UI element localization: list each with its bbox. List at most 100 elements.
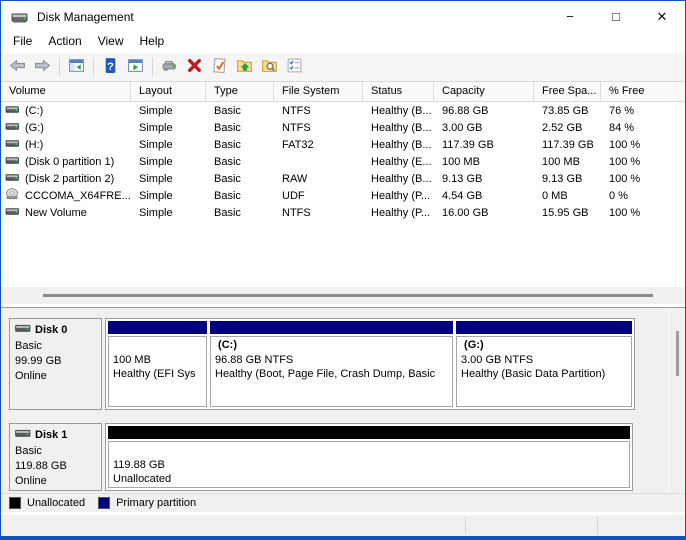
volume-layout-cell: Simple: [131, 173, 206, 185]
checklist-icon: [286, 57, 303, 77]
toolbar: ?: [1, 53, 685, 82]
toolbar-show-action-pane-button[interactable]: [123, 55, 148, 79]
partition[interactable]: (C:)96.88 GB NTFSHealthy (Boot, Page Fil…: [210, 321, 453, 407]
title-bar: Disk Management −□✕: [1, 1, 685, 32]
volume-fs-cell: RAW: [274, 173, 363, 185]
partition[interactable]: 119.88 GBUnallocated: [108, 426, 630, 488]
toolbar-checklist-button[interactable]: [282, 55, 307, 79]
volume-fs-cell: UDF: [274, 190, 363, 202]
disk-label[interactable]: Disk 1Basic119.88 GBOnline: [9, 423, 102, 491]
volume-free-cell: 100 MB: [534, 156, 601, 168]
menu-view[interactable]: View: [90, 32, 132, 53]
disk-management-window: Disk Management −□✕ FileActionViewHelp ?…: [0, 0, 686, 540]
volume-row[interactable]: CCCOMA_X64FRE...SimpleBasicUDFHealthy (P…: [1, 187, 685, 204]
volume-free-cell: 0 MB: [534, 190, 601, 202]
maximize-button[interactable]: □: [593, 1, 639, 32]
toolbar-device-button[interactable]: [157, 55, 182, 79]
volume-type-cell: Basic: [206, 173, 274, 185]
partition-status: Healthy (Basic Data Partition): [461, 367, 631, 382]
volume-free-cell: 117.39 GB: [534, 139, 601, 151]
partition-info-box: (C:)96.88 GB NTFSHealthy (Boot, Page Fil…: [210, 336, 453, 407]
pane-splitter[interactable]: [1, 287, 685, 304]
volume-pct-cell: 76 %: [601, 105, 685, 117]
volume-row[interactable]: (G:)SimpleBasicNTFSHealthy (B...3.00 GB2…: [1, 119, 685, 136]
volume-row[interactable]: (C:)SimpleBasicNTFSHealthy (B...96.88 GB…: [1, 102, 685, 119]
volume-pct-cell: 100 %: [601, 139, 685, 151]
legend-label: Unallocated: [27, 497, 85, 509]
legend-bar: UnallocatedPrimary partition: [1, 493, 685, 512]
toolbar-separator: [152, 58, 153, 76]
partition[interactable]: (G:)3.00 GB NTFSHealthy (Basic Data Part…: [456, 321, 632, 407]
partition-size: 3.00 GB NTFS: [461, 353, 631, 368]
partition[interactable]: 100 MBHealthy (EFI Sys: [108, 321, 207, 407]
partition-status: Unallocated: [113, 472, 629, 487]
disk-name: Disk 0: [15, 323, 99, 337]
menu-help[interactable]: Help: [132, 32, 173, 53]
volume-status-cell: Healthy (E...: [363, 156, 434, 168]
folder-find-icon: [261, 57, 278, 77]
legend-swatch-primary-partition: [98, 497, 110, 509]
minimize-button[interactable]: −: [547, 1, 593, 32]
status-bar-separator: [465, 517, 466, 534]
show-action-pane-icon: [127, 57, 144, 77]
volume-row[interactable]: (Disk 2 partition 2)SimpleBasicRAWHealth…: [1, 170, 685, 187]
column-header-capacity[interactable]: Capacity: [434, 82, 534, 101]
column-header--free[interactable]: % Free: [601, 82, 685, 101]
volume-row[interactable]: (H:)SimpleBasicFAT32Healthy (B...117.39 …: [1, 136, 685, 153]
volume-fs-cell: NTFS: [274, 105, 363, 117]
volume-type-cell: Basic: [206, 105, 274, 117]
volume-free-cell: 15.95 GB: [534, 207, 601, 219]
partition-status: Healthy (Boot, Page File, Crash Dump, Ba…: [215, 367, 452, 382]
volume-layout-cell: Simple: [131, 122, 206, 134]
toolbar-separator: [93, 58, 94, 76]
partition-info-box: 100 MBHealthy (EFI Sys: [108, 336, 207, 407]
column-header-layout[interactable]: Layout: [131, 82, 206, 101]
scrollbar-thumb[interactable]: [676, 331, 679, 376]
close-button[interactable]: ✕: [639, 1, 685, 32]
toolbar-folder-up-button[interactable]: [232, 55, 257, 79]
disk-label[interactable]: Disk 0Basic99.99 GBOnline: [9, 318, 102, 410]
show-console-tree-icon: [68, 57, 85, 77]
volume-row[interactable]: New VolumeSimpleBasicNTFSHealthy (P...16…: [1, 204, 685, 221]
drive-icon: [5, 172, 25, 186]
menu-file[interactable]: File: [5, 32, 40, 53]
drive-icon: [5, 138, 25, 152]
volume-pct-cell: 100 %: [601, 156, 685, 168]
volume-name: CCCOMA_X64FRE...: [25, 190, 131, 202]
column-header-file-system[interactable]: File System: [274, 82, 363, 101]
volume-status-cell: Healthy (P...: [363, 207, 434, 219]
column-header-volume[interactable]: Volume: [1, 82, 131, 101]
menu-action[interactable]: Action: [40, 32, 89, 53]
disk-size: 99.99 GB: [15, 354, 99, 369]
vertical-scrollbar[interactable]: [668, 309, 685, 493]
volume-pct-cell: 84 %: [601, 122, 685, 134]
volume-pct-cell: 0 %: [601, 190, 685, 202]
partition-size: 100 MB: [113, 353, 206, 368]
volume-layout-cell: Simple: [131, 190, 206, 202]
partition-color-bar: [210, 321, 453, 334]
volume-name-cell: CCCOMA_X64FRE...: [1, 188, 131, 203]
toolbar-check-document-button[interactable]: [207, 55, 232, 79]
toolbar-show-console-tree-button[interactable]: [64, 55, 89, 79]
volume-name-cell: (C:): [1, 104, 131, 118]
disk-status: Online: [15, 369, 99, 384]
toolbar-help-button[interactable]: ?: [98, 55, 123, 79]
column-header-type[interactable]: Type: [206, 82, 274, 101]
disk-type: Basic: [15, 444, 99, 459]
drive-icon: [5, 104, 25, 118]
toolbar-forward-button[interactable]: [30, 55, 55, 79]
column-header-free-spa-[interactable]: Free Spa...: [534, 82, 601, 101]
volume-name-cell: (Disk 2 partition 2): [1, 172, 131, 186]
svg-text:?: ?: [107, 61, 114, 73]
volume-row[interactable]: (Disk 0 partition 1)SimpleBasicHealthy (…: [1, 153, 685, 170]
splitter-grip[interactable]: [43, 294, 653, 297]
volume-capacity-cell: 16.00 GB: [434, 207, 534, 219]
volume-name: (C:): [25, 105, 43, 117]
partition-info-box: (G:)3.00 GB NTFSHealthy (Basic Data Part…: [456, 336, 632, 407]
toolbar-delete-button[interactable]: [182, 55, 207, 79]
volume-capacity-cell: 117.39 GB: [434, 139, 534, 151]
toolbar-folder-find-button[interactable]: [257, 55, 282, 79]
column-header-status[interactable]: Status: [363, 82, 434, 101]
toolbar-back-button[interactable]: [5, 55, 30, 79]
app-icon: [11, 10, 29, 24]
